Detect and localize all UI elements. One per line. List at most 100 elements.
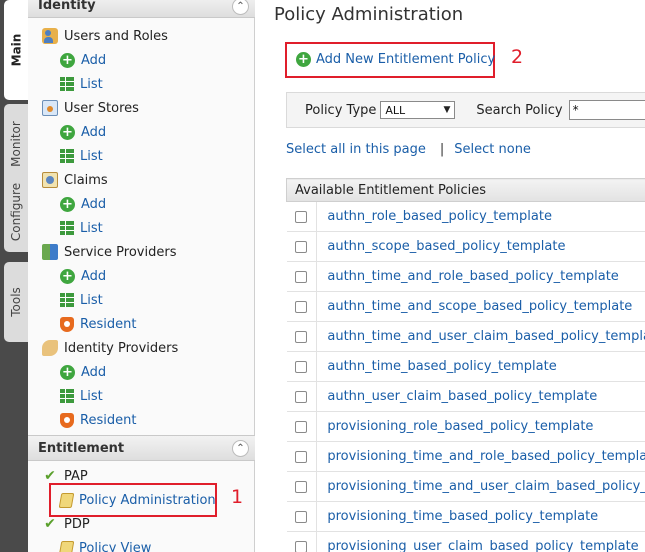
row-checkbox[interactable] [295, 450, 308, 463]
annotation-highlight-1 [49, 483, 217, 517]
list-icon [60, 389, 74, 403]
tab-tools-label: Tools [9, 287, 23, 317]
table-row: provisioning_role_based_policy_template [286, 411, 645, 442]
nav-link-user-stores-list[interactable]: List [60, 145, 103, 167]
table-row: authn_user_claim_based_policy_template [286, 381, 645, 412]
nav-group-identity-providers: Identity Providers [42, 337, 178, 359]
pdp-icon: ✔ [44, 516, 56, 532]
main-content: Policy Administration + Add New Entitlem… [256, 0, 645, 552]
add-new-entitlement-policy-link[interactable]: + Add New Entitlement Policy [296, 52, 495, 67]
policy-link[interactable]: provisioning_time_and_role_based_policy_… [316, 441, 645, 472]
nav-link-idp-add[interactable]: + Add [60, 361, 106, 383]
row-checkbox[interactable] [295, 480, 308, 493]
policy-table: Available Entitlement Policies authn_rol… [286, 178, 645, 552]
policy-link[interactable]: authn_scope_based_policy_template [316, 231, 645, 262]
policy-link[interactable]: authn_role_based_policy_template [316, 201, 645, 232]
row-checkbox[interactable] [295, 300, 308, 313]
search-policy-input[interactable] [568, 100, 645, 120]
nav-link-users-list[interactable]: List [60, 73, 103, 95]
nav-group-users-and-roles: Users and Roles [42, 25, 168, 47]
row-checkbox[interactable] [295, 510, 308, 523]
pap-icon: ✔ [44, 468, 56, 484]
claims-icon [42, 172, 58, 188]
annotation-marker-1: 1 [231, 486, 244, 508]
policy-link[interactable]: authn_time_and_role_based_policy_templat… [316, 261, 645, 292]
collapse-icon[interactable]: ⌃ [232, 0, 249, 15]
nav-link-users-add[interactable]: + Add [60, 49, 106, 71]
policy-link[interactable]: authn_time_based_policy_template [316, 351, 645, 382]
row-checkbox[interactable] [295, 270, 308, 283]
table-row: provisioning_time_based_policy_template [286, 501, 645, 532]
dropdown-arrow-icon: ▼ [443, 105, 451, 115]
policy-link[interactable]: provisioning_time_based_policy_template [316, 501, 645, 532]
list-icon [60, 77, 74, 91]
page-title: Policy Administration [274, 4, 464, 25]
nav-group-user-stores: User Stores [42, 97, 139, 119]
nav-link-idp-resident[interactable]: Resident [60, 409, 136, 431]
policy-link[interactable]: authn_user_claim_based_policy_template [316, 381, 645, 412]
nav-link-label: List [80, 292, 103, 308]
nav-link-claims-add[interactable]: + Add [60, 193, 106, 215]
annotation-marker-2: 2 [511, 46, 524, 68]
nav-link-user-stores-add[interactable]: + Add [60, 121, 106, 143]
nav-link-sp-add[interactable]: + Add [60, 265, 106, 287]
selection-links: Select all in this page | Select none [286, 142, 531, 157]
nav-link-sp-resident[interactable]: Resident [60, 313, 136, 335]
policy-scroll-icon [58, 540, 75, 552]
select-none-link[interactable]: Select none [454, 142, 531, 157]
policy-link[interactable]: provisioning_role_based_policy_template [316, 411, 645, 442]
nav-link-label: List [80, 220, 103, 236]
nav-link-policy-view[interactable]: Policy View [58, 537, 151, 552]
add-icon: + [60, 196, 75, 212]
tab-configure[interactable]: Configure [4, 172, 28, 252]
nav-link-label: Resident [80, 412, 137, 428]
policy-type-select[interactable]: ALL ▼ [380, 101, 456, 119]
nav-link-claims-list[interactable]: List [60, 217, 103, 239]
row-checkbox[interactable] [295, 360, 308, 373]
row-checkbox[interactable] [295, 210, 308, 223]
row-checkbox[interactable] [295, 390, 308, 403]
policy-link[interactable]: provisioning_user_claim_based_policy_tem… [316, 531, 645, 552]
table-row: authn_role_based_policy_template [286, 201, 645, 232]
row-checkbox[interactable] [295, 330, 308, 343]
list-icon [60, 221, 74, 235]
tab-main-label: Main [9, 33, 24, 67]
nav-group-label: Users and Roles [64, 28, 168, 44]
policy-link[interactable]: provisioning_time_and_user_claim_based_p… [316, 471, 645, 502]
add-icon: + [296, 52, 311, 67]
select-all-link[interactable]: Select all in this page [286, 142, 426, 157]
identity-section-title: Identity [38, 0, 96, 13]
table-row: provisioning_time_and_role_based_policy_… [286, 441, 645, 472]
identity-section-header[interactable]: Identity ⌃ [28, 0, 255, 18]
nav-link-label: List [80, 76, 103, 92]
add-icon: + [60, 268, 75, 284]
nav-link-sp-list[interactable]: List [60, 289, 103, 311]
tab-tools[interactable]: Tools [4, 262, 28, 342]
vertical-tab-strip: Main Monitor Configure Tools [0, 0, 28, 552]
nav-link-label: Add [81, 124, 107, 140]
policy-type-value: ALL [385, 103, 406, 117]
policy-link[interactable]: authn_time_and_scope_based_policy_templa… [316, 291, 645, 322]
user-store-icon [42, 100, 58, 116]
nav-link-label: List [80, 148, 103, 164]
nav-group-label: User Stores [64, 100, 139, 116]
row-checkbox[interactable] [295, 420, 308, 433]
row-checkbox[interactable] [295, 540, 308, 552]
nav-group-service-providers: Service Providers [42, 241, 176, 263]
identity-providers-icon [42, 340, 58, 356]
nav-link-idp-list[interactable]: List [60, 385, 103, 407]
table-row: provisioning_user_claim_based_policy_tem… [286, 531, 645, 552]
entitlement-section-header[interactable]: Entitlement ⌃ [28, 435, 255, 461]
policy-link[interactable]: authn_time_and_user_claim_based_policy_t… [316, 321, 645, 352]
list-icon [60, 293, 74, 307]
row-checkbox[interactable] [295, 240, 308, 253]
add-icon: + [60, 52, 75, 68]
nav-link-label: Resident [80, 316, 137, 332]
collapse-icon[interactable]: ⌃ [232, 440, 249, 457]
table-row: authn_time_based_policy_template [286, 351, 645, 382]
table-header: Available Entitlement Policies [286, 178, 645, 202]
nav-group-label: PDP [64, 516, 90, 532]
nav-link-label: List [80, 388, 103, 404]
users-icon [42, 28, 58, 44]
tab-main[interactable]: Main [4, 0, 28, 100]
